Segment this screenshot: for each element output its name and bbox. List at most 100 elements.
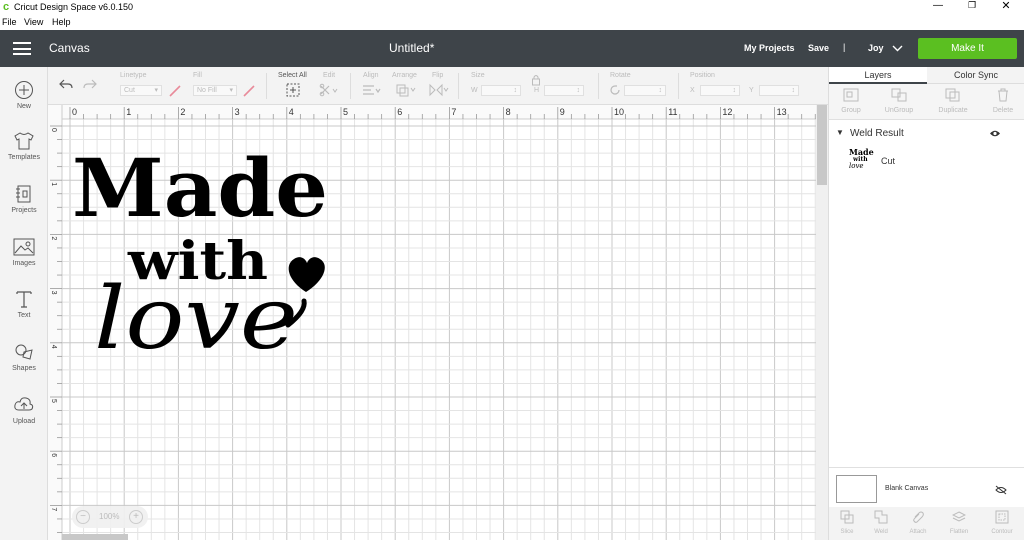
save-link[interactable]: Save (808, 43, 829, 53)
sidebar-item-text[interactable]: Text (0, 289, 48, 319)
ungroup-button[interactable]: UnGroup (879, 88, 919, 114)
layers-panel: Layers Color Sync Group UnGroup Duplicat… (828, 67, 1024, 540)
fill-color-swatch-icon[interactable] (242, 84, 256, 98)
sidebar-item-projects[interactable]: Projects (0, 184, 48, 214)
linetype-color-swatch-icon[interactable] (168, 84, 182, 98)
close-window-button[interactable]: ✕ (996, 0, 1016, 12)
menu-bar: File View Help (0, 15, 1024, 30)
sidebar-item-upload[interactable]: Upload (0, 395, 48, 425)
flip-icon[interactable] (428, 83, 450, 97)
make-it-button[interactable]: Make It (918, 38, 1017, 59)
layer-name: Cut (881, 156, 896, 166)
weld-icon (874, 510, 888, 524)
delete-label: Delete (992, 107, 1014, 114)
contour-button[interactable]: Contour (985, 510, 1019, 535)
projects-icon (16, 185, 31, 203)
ruler-top-label: 9 (560, 107, 565, 117)
sidebar-item-new[interactable]: New (0, 80, 48, 110)
ruler-top-label: 2 (180, 107, 185, 117)
linetype-select[interactable]: Cut ▾ (120, 85, 162, 96)
image-icon (13, 238, 35, 256)
duplicate-button[interactable]: Duplicate (931, 88, 975, 114)
design-canvas[interactable]: 0 1 2 3 4 5 6 7 8 9 10 11 12 13 01234567 Made with lo… (48, 105, 816, 540)
eye-hidden-icon[interactable] (995, 485, 1007, 495)
layer-item[interactable]: Made with love Cut (829, 147, 1024, 177)
align-icon[interactable] (362, 84, 382, 96)
eye-icon[interactable] (989, 129, 1001, 138)
blank-canvas-swatch[interactable] (836, 475, 877, 503)
menu-help[interactable]: Help (52, 17, 71, 27)
edit-label: Edit (323, 72, 336, 79)
zoom-in-button[interactable]: + (129, 510, 143, 524)
sidebar-label-new: New (16, 103, 31, 110)
edit-icon[interactable] (319, 83, 339, 97)
tab-color-sync[interactable]: Color Sync (927, 67, 1024, 84)
ruler-left-label: 6 (50, 453, 57, 457)
sidebar-item-images[interactable]: Images (0, 237, 48, 267)
minimize-button[interactable]: — (928, 0, 948, 11)
height-input[interactable]: ↕ (544, 85, 584, 96)
delete-button[interactable]: Delete (985, 88, 1021, 114)
horizontal-scrollbar[interactable] (62, 534, 128, 540)
paperclip-icon (913, 511, 924, 523)
trash-icon (998, 88, 1008, 102)
fill-value: No Fill (197, 87, 217, 94)
undo-icon[interactable] (58, 78, 74, 90)
toolbar-divider (266, 73, 267, 99)
flatten-icon (951, 511, 967, 522)
layer-group-header[interactable]: ▼ Weld Result (829, 125, 1024, 143)
position-x-input[interactable]: ↕ (700, 85, 740, 96)
lock-icon[interactable] (531, 74, 541, 86)
ruler-top-label: 7 (451, 107, 456, 117)
rotate-input[interactable]: ↕ (624, 85, 666, 96)
user-menu[interactable]: Joy (868, 43, 884, 53)
contour-icon (995, 510, 1009, 524)
my-projects-link[interactable]: My Projects (744, 43, 795, 53)
caret-down-icon[interactable]: ▼ (836, 128, 844, 137)
zoom-control: − 100% + (72, 506, 148, 528)
arrange-icon[interactable] (395, 83, 417, 97)
toolbar-divider (598, 73, 599, 99)
select-all-icon[interactable] (286, 83, 300, 97)
ruler-left-label: 7 (50, 507, 57, 511)
size-label: Size (471, 72, 485, 79)
sidebar-item-templates[interactable]: Templates (0, 131, 48, 161)
flatten-button[interactable]: Flatten (943, 510, 975, 535)
vertical-scrollbar-thumb[interactable] (817, 105, 827, 185)
header-separator: | (843, 42, 846, 52)
chevron-down-icon[interactable] (892, 45, 903, 52)
slice-label: Slice (840, 529, 854, 535)
position-label: Position (690, 72, 715, 79)
design-text-love: love (94, 269, 298, 369)
thumb-line-3: love (849, 162, 864, 170)
zoom-level: 100% (99, 512, 120, 521)
fill-select[interactable]: No Fill ▾ (193, 85, 237, 96)
redo-icon[interactable] (82, 78, 98, 90)
tab-layers[interactable]: Layers (829, 67, 927, 84)
zoom-out-button[interactable]: − (76, 510, 90, 524)
sidebar-item-shapes[interactable]: Shapes (0, 342, 48, 372)
linetype-label: Linetype (120, 72, 147, 79)
menu-file[interactable]: File (2, 17, 17, 27)
ruler-top-label: 4 (289, 107, 294, 117)
hamburger-menu-icon[interactable] (13, 42, 31, 55)
weld-button[interactable]: Weld (867, 510, 895, 535)
sidebar-label-images: Images (12, 260, 36, 267)
group-button[interactable]: Group (833, 88, 869, 114)
width-input[interactable]: ↕ (481, 85, 521, 96)
attach-button[interactable]: Attach (903, 510, 933, 535)
ruler-top-label: 5 (343, 107, 348, 117)
ruler-left (48, 105, 62, 540)
plus-circle-icon (15, 81, 33, 99)
blank-canvas-row: Blank Canvas (829, 467, 1024, 507)
ruler-left-label: 4 (50, 345, 57, 349)
window-title: Cricut Design Space v6.0.150 (14, 2, 134, 12)
design-text-made: Made (72, 141, 328, 235)
slice-button[interactable]: Slice (833, 510, 861, 535)
restore-button[interactable]: ❐ (962, 0, 982, 11)
menu-view[interactable]: View (24, 17, 43, 27)
thumb-line-1: Made (849, 147, 874, 157)
select-all-label[interactable]: Select All (278, 72, 307, 79)
position-y-input[interactable]: ↕ (759, 85, 799, 96)
vertical-scrollbar-track[interactable] (816, 105, 828, 540)
